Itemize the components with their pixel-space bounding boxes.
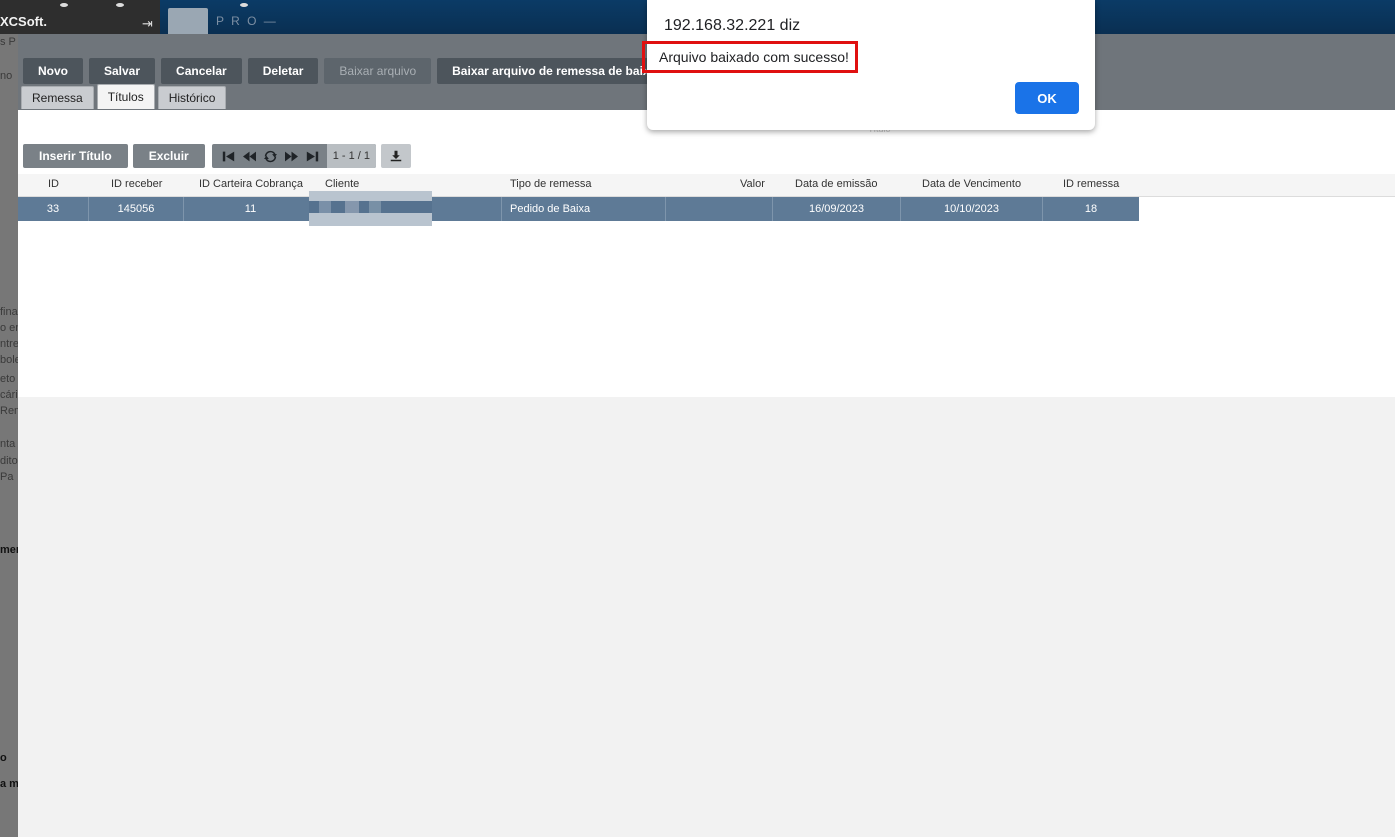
header-data-emissao[interactable]: Data de emissão [795,178,878,190]
cell-id: 33 [18,197,89,221]
sidebar-fragment: no [0,70,13,82]
cell-id-carteira: 11 [184,197,318,221]
remessa-modal: Novo Salvar Cancelar Deletar Baixar arqu… [18,34,1395,837]
next-page-icon[interactable] [281,144,302,168]
alert-origin: 192.168.32.221 diz [664,17,801,34]
sidebar-fragment: dito [0,455,18,467]
tab-remessa[interactable]: Remessa [21,86,94,109]
refresh-icon[interactable] [260,144,281,168]
inserir-titulo-button[interactable]: Inserir Título [23,144,128,168]
sidebar-fragment: s P [0,36,16,48]
previous-page-icon[interactable] [239,144,260,168]
background-tab [168,8,208,34]
baixar-arquivo-button[interactable]: Baixar arquivo [324,58,432,84]
header-tipo-remessa[interactable]: Tipo de remessa [510,178,592,190]
pager-status: 1 - 1 / 1 [326,144,377,168]
cell-data-vencimento: 10/10/2023 [901,197,1043,221]
grid-header: ID ID receber ID Carteira Cobrança Clien… [18,174,1395,197]
titulos-grid: ID ID receber ID Carteira Cobrança Clien… [18,174,1395,226]
header-id[interactable]: ID [48,178,59,190]
grid-toolbar: Inserir Título Excluir 1 - 1 / 1 [23,144,412,168]
cell-id-remessa: 18 [1084,203,1098,215]
browser-alert-dialog: 192.168.32.221 diz Arquivo baixado com s… [642,0,1095,130]
header-id-receber[interactable]: ID receber [111,178,162,190]
sidebar-fragment: Pa [0,471,14,483]
first-page-icon[interactable] [218,144,239,168]
sidebar-fragment: nta [0,438,16,450]
excluir-button[interactable]: Excluir [132,144,205,168]
logout-icon[interactable]: ⇥ [142,16,153,32]
cell-valor [666,197,773,221]
sidebar-fragment: o [0,752,7,764]
sidebar-fragment: bole [0,354,18,366]
table-row[interactable]: 33 145056 11 Pedido de Baixa 16/09/2023 … [18,191,1139,226]
header-cliente[interactable]: Cliente [325,178,359,190]
alert-message: Arquivo baixado com sucesso! [659,49,849,65]
header-id-remessa[interactable]: ID remessa [1063,178,1119,190]
sidebar-fragment: cári [0,389,18,401]
main-toolbar: Novo Salvar Cancelar Deletar Baixar arqu… [23,58,672,84]
tab-historico[interactable]: Histórico [157,86,227,109]
sidebar-fragment: men [0,544,18,556]
deletar-button[interactable]: Deletar [247,58,319,84]
sidebar-fragment: a m [0,778,18,790]
tab-bar: Remessa Títulos Histórico [21,84,227,109]
background-sidebar: s P no fina o en ntre bole eto cári Rem … [0,0,18,837]
novo-button[interactable]: Novo [23,58,83,84]
sidebar-fragment: ntre [0,338,18,350]
ok-button[interactable]: OK [1015,82,1079,114]
sidebar-fragment: eto [0,373,16,385]
sidebar-fragment: fina [0,306,18,318]
cell-tipo-remessa: Pedido de Baixa [502,197,666,221]
tab-titulos[interactable]: Títulos [96,84,155,109]
redacted-client-name [309,191,432,226]
alert-message-highlight: Arquivo baixado com sucesso! [642,41,858,73]
cancelar-button[interactable]: Cancelar [161,58,242,84]
decorative-dot [116,3,124,7]
cell-data-emissao: 16/09/2023 [773,197,901,221]
brand-logo-text: XCSoft. [0,14,47,29]
baixar-remessa-baixa-button[interactable]: Baixar arquivo de remessa de baixa [437,58,672,84]
decorative-dot [240,3,248,7]
last-page-icon[interactable] [302,144,323,168]
cell-id-receber: 145056 [89,197,184,221]
sidebar-fragment: o en [0,322,18,334]
header-data-vencimento[interactable]: Data de Vencimento [922,178,1021,190]
background-tab-label: P R O — [216,14,278,28]
header-id-carteira[interactable]: ID Carteira Cobrança [199,178,303,190]
salvar-button[interactable]: Salvar [89,58,156,84]
decorative-dot [60,3,68,7]
header-valor[interactable]: Valor [740,178,765,190]
sidebar-fragment: Rem [0,405,18,417]
pager: 1 - 1 / 1 [211,144,377,168]
download-icon[interactable] [381,144,412,168]
